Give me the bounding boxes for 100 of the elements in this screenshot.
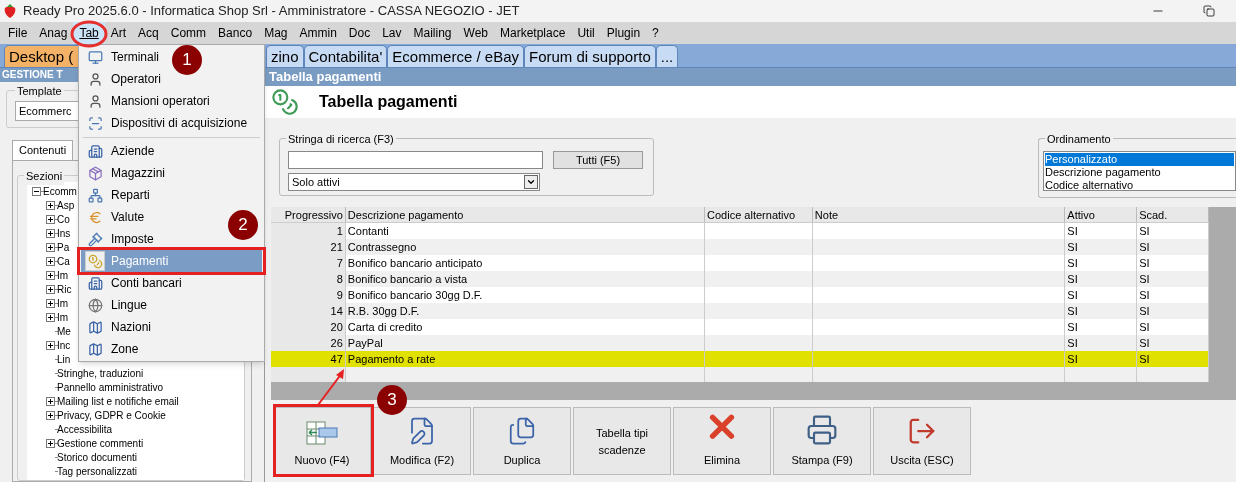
tree-item[interactable]: Accessibilita: [57, 421, 113, 437]
tree-item[interactable]: Co: [57, 211, 70, 227]
table-row[interactable]: 14 R.B. 30gg D.F. SI SI: [271, 303, 1209, 319]
sort-option[interactable]: Codice alternativo: [1045, 179, 1234, 192]
module-tab[interactable]: zino: [266, 45, 304, 67]
expand-icon[interactable]: [46, 214, 55, 224]
menu-item[interactable]: Magazzini: [81, 162, 170, 184]
module-tab[interactable]: Forum di supporto: [524, 45, 656, 67]
menu-bar-item[interactable]: Lav: [376, 22, 408, 44]
toolbar-button[interactable]: Nuovo (F4): [273, 407, 371, 475]
menu-bar-item[interactable]: Anag: [33, 22, 74, 44]
table-row[interactable]: 7 Bonifico bancario anticipato SI SI: [271, 255, 1209, 271]
menu-item[interactable]: Lingue: [81, 294, 152, 316]
toolbar-button[interactable]: Tabella tipi scadenze: [573, 407, 671, 475]
menu-item[interactable]: Dispositivi di acquisizione: [81, 112, 252, 134]
collapse-icon[interactable]: [32, 186, 41, 196]
table-row[interactable]: 26 PayPal SI SI: [271, 335, 1209, 351]
tree-item[interactable]: Pannello amministrativo: [57, 379, 164, 395]
tree-item[interactable]: Pa: [57, 239, 70, 255]
menu-bar-item[interactable]: Marketplace: [494, 22, 572, 44]
expand-icon[interactable]: [46, 340, 55, 350]
menu-bar-item[interactable]: Mailing: [407, 22, 458, 44]
tree-item[interactable]: Me: [57, 323, 71, 339]
menu-bar-item[interactable]: File: [2, 22, 34, 44]
tree-item[interactable]: Ca: [57, 253, 70, 269]
toolbar-button[interactable]: Stampa (F9): [773, 407, 871, 475]
column-header[interactable]: Codice alternativo: [705, 207, 813, 222]
expand-icon[interactable]: [46, 242, 55, 252]
column-header[interactable]: Note: [812, 207, 1066, 222]
tree-item[interactable]: Asp: [57, 197, 75, 213]
expand-icon[interactable]: [46, 256, 55, 266]
tree-item[interactable]: Ins: [57, 225, 71, 241]
expand-icon[interactable]: [46, 284, 55, 294]
toolbar-button[interactable]: Uscita (ESC): [873, 407, 971, 475]
menu-bar-item[interactable]: Ammin: [293, 22, 343, 44]
menu-item[interactable]: Operatori: [81, 68, 166, 90]
menu-item[interactable]: Zone: [81, 338, 143, 360]
toolbar-button[interactable]: Elimina: [673, 407, 771, 475]
expand-icon[interactable]: [46, 298, 55, 308]
menu-bar-item[interactable]: Web: [457, 22, 494, 44]
menu-bar-item[interactable]: ?: [646, 22, 665, 44]
filter-dropdown[interactable]: Solo attivi: [288, 173, 540, 191]
table-row[interactable]: 21 Contrassegno SI SI: [271, 239, 1209, 255]
module-tab[interactable]: ...: [655, 45, 679, 67]
tree-item[interactable]: Stringhe, traduzioni: [57, 365, 144, 381]
menu-bar-item[interactable]: Banco: [212, 22, 259, 44]
table-row[interactable]: 47 Pagamento a rate SI SI: [271, 351, 1209, 367]
menu-bar-item[interactable]: Art: [104, 22, 133, 44]
tree-item[interactable]: Im: [57, 267, 69, 283]
tree-item[interactable]: Ric: [57, 281, 72, 297]
module-tab[interactable]: Ecommerce / eBay: [387, 45, 524, 67]
menu-bar-item[interactable]: Mag: [258, 22, 294, 44]
tree-item[interactable]: Inc: [57, 337, 71, 353]
sort-option[interactable]: Descrizione pagamento: [1045, 166, 1234, 179]
tree-item[interactable]: Ecomm: [43, 183, 77, 199]
tree-item[interactable]: Lin: [57, 351, 71, 367]
expand-icon[interactable]: [46, 228, 55, 238]
tree-item[interactable]: Mailing list e notifiche email: [57, 393, 179, 409]
toolbar-button[interactable]: Duplica: [473, 407, 571, 475]
menu-item[interactable]: Reparti: [81, 184, 154, 206]
column-header[interactable]: Scad.: [1137, 207, 1209, 222]
search-field[interactable]: [288, 151, 543, 169]
menu-bar-item[interactable]: Comm: [164, 22, 213, 44]
expand-icon[interactable]: [46, 396, 55, 406]
menu-item[interactable]: Nazioni: [81, 316, 156, 338]
panel-tab[interactable]: Contenuti: [12, 140, 74, 160]
table-cell: SI: [1067, 337, 1078, 349]
module-tab[interactable]: Contabilita': [303, 45, 388, 67]
restore-icon[interactable]: [1203, 5, 1215, 17]
column-header[interactable]: Attivo: [1065, 207, 1138, 222]
tree-item[interactable]: Gestione commenti: [57, 435, 144, 451]
menu-bar-item[interactable]: Plugin: [600, 22, 647, 44]
menu-bar-item[interactable]: Doc: [342, 22, 377, 44]
tree-item[interactable]: Privacy, GDPR e Cookie: [57, 407, 166, 423]
column-header[interactable]: Progressivo: [271, 207, 346, 222]
table-row[interactable]: 9 Bonifico bancario 30gg D.F. SI SI: [271, 287, 1209, 303]
menu-item[interactable]: Aziende: [81, 140, 159, 162]
expand-icon[interactable]: [46, 438, 55, 448]
expand-icon[interactable]: [46, 410, 55, 420]
sort-option[interactable]: Personalizzato: [1045, 153, 1234, 166]
tree-item[interactable]: Tag personalizzati: [57, 463, 138, 479]
menu-item[interactable]: Conti bancari: [81, 272, 186, 294]
expand-icon[interactable]: [46, 200, 55, 210]
toolbar-button[interactable]: Modifica (F2): [373, 407, 471, 475]
tree-item[interactable]: Im: [57, 309, 69, 325]
show-all-button[interactable]: Tutti (F5): [553, 151, 643, 169]
tree-item[interactable]: Im: [57, 295, 69, 311]
menu-item[interactable]: Terminali: [81, 46, 163, 68]
table-row[interactable]: 1 Contanti SI SI: [271, 223, 1209, 239]
menu-item[interactable]: Valute: [81, 206, 149, 228]
menu-bar-item[interactable]: Acq: [132, 22, 165, 44]
column-header[interactable]: Descrizione pagamento: [345, 207, 706, 222]
menu-item[interactable]: Imposte: [81, 228, 158, 250]
expand-icon[interactable]: [46, 270, 55, 280]
table-row[interactable]: 8 Bonifico bancario a vista SI SI: [271, 271, 1209, 287]
menu-bar-item[interactable]: Util: [571, 22, 601, 44]
menu-item[interactable]: Mansioni operatori: [81, 90, 214, 112]
expand-icon[interactable]: [46, 312, 55, 322]
table-row[interactable]: 20 Carta di credito SI SI: [271, 319, 1209, 335]
tree-item[interactable]: Storico documenti: [57, 449, 138, 465]
